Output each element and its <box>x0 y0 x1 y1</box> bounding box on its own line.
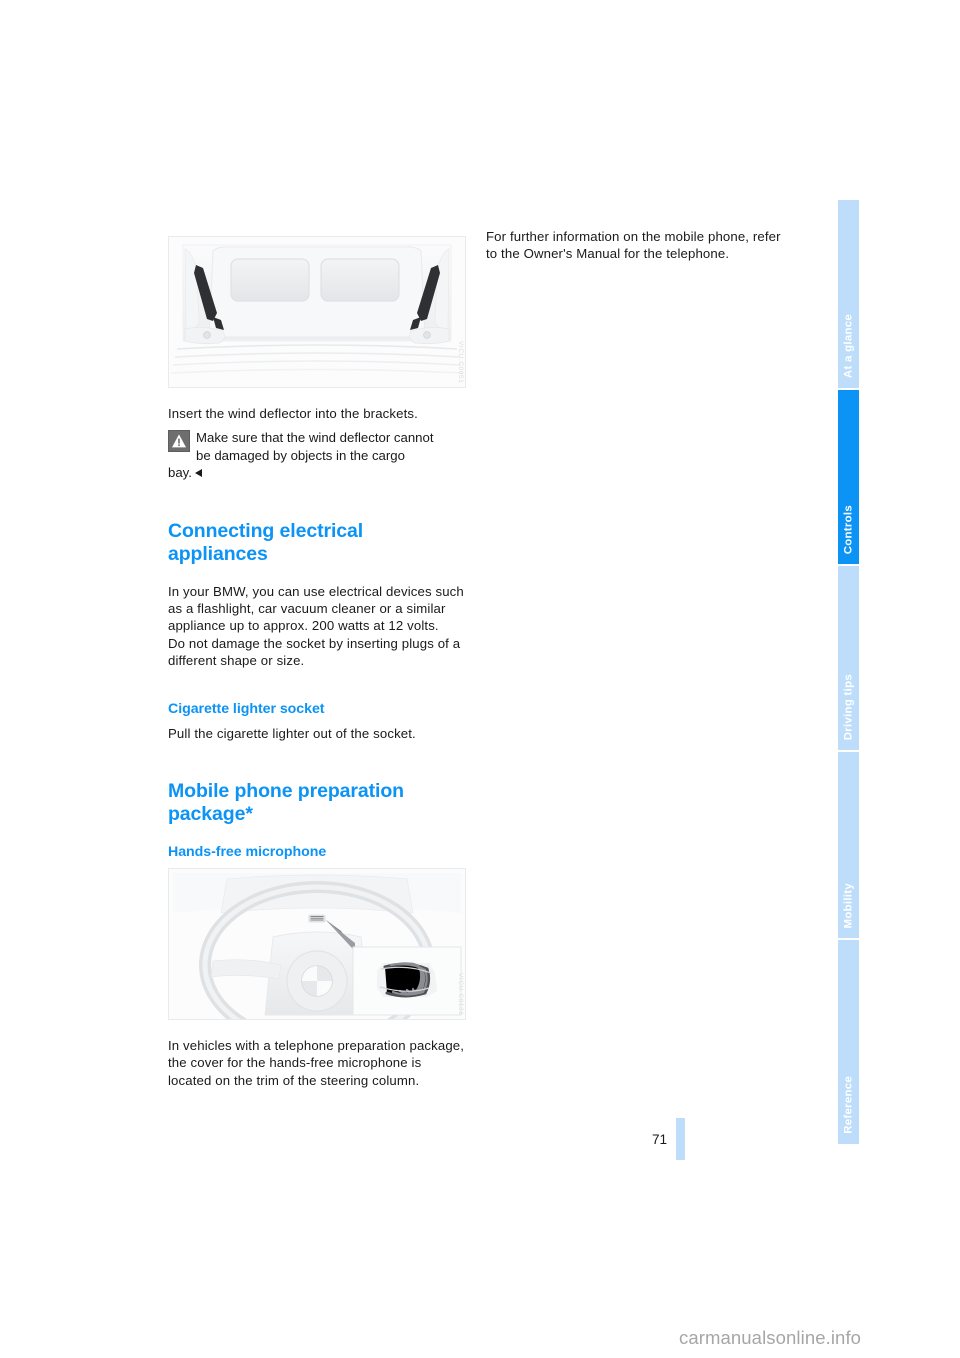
steering-column-illustration <box>169 869 465 1020</box>
warning-tail-line: bay. <box>168 464 468 481</box>
instruction-text: Insert the wind deflector into the brack… <box>168 406 418 421</box>
warning-text-lines: Make sure that the wind deflector cannot… <box>168 429 468 464</box>
heading-mobile-phone-preparation-package: Mobile phone preparation package* <box>168 780 404 826</box>
paragraph-telephone-preparation: In vehicles with a telephone preparation… <box>168 1038 465 1088</box>
page-number-rule <box>676 1118 686 1160</box>
right-text-column: For further information on the mobile ph… <box>486 228 786 263</box>
watermark: carmanualsonline.info <box>679 1327 862 1348</box>
subheading-hands-free-microphone: Hands-free microphone <box>168 844 327 861</box>
sidebar-tab-driving-tips[interactable]: Driving tips <box>838 564 859 750</box>
sidebar-tab-label: Driving tips <box>842 673 854 740</box>
page-number: 71 <box>652 1131 668 1147</box>
cargo-bay-illustration <box>169 237 465 387</box>
left-text-column: VICU.C0051 Insert the wind deflector int… <box>168 236 468 1089</box>
figure-reference-code: VICU.C0136 <box>457 972 464 1016</box>
page-footer: 71 <box>652 1118 686 1160</box>
sidebar-tab-reference[interactable]: Reference <box>838 938 859 1144</box>
warning-tail-text: bay. <box>168 465 192 481</box>
paragraph-further-information: For further information on the mobile ph… <box>486 229 781 262</box>
end-of-note-marker <box>194 469 202 478</box>
sidebar-tab-label: Mobility <box>842 882 854 928</box>
warning-note: Make sure that the wind deflector cannot… <box>168 429 468 481</box>
warning-line-1: Make sure that the wind deflector cannot <box>196 430 434 446</box>
sidebar-tab-label: Reference <box>842 1076 854 1134</box>
subheading-cigarette-lighter-socket: Cigarette lighter socket <box>168 700 325 717</box>
sidebar-tab-at-a-glance[interactable]: At a glance <box>838 200 859 388</box>
section-tab-sidebar: At a glance Controls Driving tips Mobili… <box>838 200 859 1156</box>
figure-hands-free-microphone: VICU.C0136 <box>168 868 466 1021</box>
paragraph-electrical-devices: In your BMW, you can use electrical devi… <box>168 583 464 634</box>
paragraph-pull-lighter: Pull the cigarette lighter out of the so… <box>168 725 416 741</box>
microphone-grille-detail <box>377 962 437 998</box>
sidebar-tab-controls[interactable]: Controls <box>838 388 859 564</box>
figure-reference-code: VICU.C0051 <box>457 340 464 384</box>
warning-triangle-icon <box>168 430 190 453</box>
paragraph-socket-warning: Do not damage the socket by inserting pl… <box>168 635 461 669</box>
sidebar-tab-label: At a glance <box>842 313 854 378</box>
heading-connecting-electrical-appliances: Connecting electrical appliances <box>168 519 364 565</box>
sidebar-tab-label: Controls <box>842 504 854 554</box>
sidebar-tab-mobility[interactable]: Mobility <box>838 750 859 938</box>
microphone-grille-marker <box>308 914 326 923</box>
manual-page: VICU.C0051 Insert the wind deflector int… <box>0 0 960 1358</box>
figure-cargo-bay-brackets: VICU.C0051 <box>168 236 466 388</box>
warning-line-2: be damaged by objects in the cargo <box>196 447 405 463</box>
